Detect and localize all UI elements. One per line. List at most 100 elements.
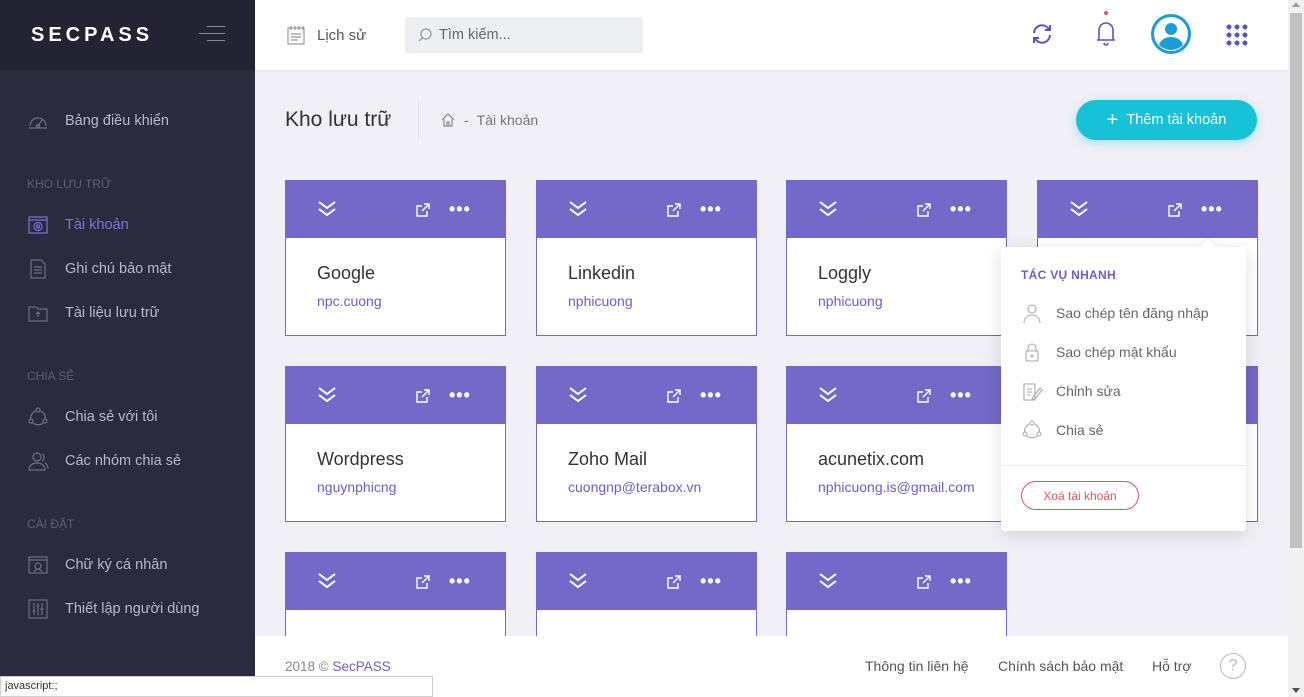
sidebar-item-label: Chia sẻ với tôi [65, 409, 158, 425]
sidebar-item-dashboard[interactable]: Bảng điều khiển [27, 108, 169, 134]
header-divider [418, 100, 419, 140]
footer-support-link[interactable]: Hỗ trợ [1152, 658, 1192, 674]
expand-chevron-icon[interactable] [568, 200, 588, 223]
sidebar-item-label: Chữ ký cá nhân [65, 557, 168, 573]
sidebar-item-label: Tài liệu lưu trữ [65, 305, 160, 321]
sidebar-item-shared-with-me[interactable]: Chia sẻ với tôi [27, 404, 158, 430]
more-options-icon[interactable]: ••• [950, 385, 972, 406]
sidebar-item-secure-notes[interactable]: Ghi chú bảo mật [27, 256, 171, 282]
card-username: nguynphicng [317, 479, 397, 495]
expand-chevron-icon[interactable] [1069, 200, 1089, 223]
more-options-icon[interactable]: ••• [449, 385, 471, 406]
notification-bell-icon[interactable] [1094, 10, 1118, 53]
open-external-icon[interactable] [916, 574, 932, 595]
expand-chevron-icon[interactable] [568, 572, 588, 595]
sidebar-item-user-settings[interactable]: Thiết lập người dùng [27, 596, 200, 622]
more-options-icon[interactable]: ••• [700, 385, 722, 406]
sidebar-item-label: Bảng điều khiển [65, 113, 169, 129]
copy-password-label: Sao chép mật khẩu [1056, 344, 1177, 360]
search-input[interactable] [439, 27, 639, 43]
sidebar-item-share-groups[interactable]: Các nhóm chia sẻ [27, 448, 181, 474]
footer-privacy-link[interactable]: Chính sách bảo mật [998, 658, 1123, 674]
brand-logo[interactable]: SECPASS [31, 24, 153, 47]
share-item[interactable]: Chia sẻ [1021, 419, 1103, 441]
more-options-icon[interactable]: ••• [950, 199, 972, 220]
sidebar-item-documents[interactable]: Tài liệu lưu trữ [27, 300, 159, 326]
browser-status-bar: javascript:; [0, 676, 433, 697]
footer-contact-link[interactable]: Thông tin liên hệ [865, 658, 969, 674]
history-link[interactable]: Lịch sử [285, 24, 366, 46]
scrollbar-thumb[interactable] [1290, 13, 1302, 548]
delete-account-button[interactable]: Xoá tài khoản [1021, 481, 1139, 510]
share-cycle-icon [1021, 419, 1043, 441]
home-icon[interactable] [440, 112, 456, 128]
card-header: ••• [286, 181, 505, 238]
plus-icon: + [1106, 108, 1119, 131]
quick-actions-dropdown: TÁC VỤ NHANH Sao chép tên đăng nhập Sao … [1001, 238, 1246, 531]
open-external-icon[interactable] [916, 202, 932, 223]
history-icon [287, 26, 305, 45]
open-external-icon[interactable] [916, 388, 932, 409]
more-options-icon[interactable]: ••• [1201, 199, 1223, 220]
card-username: nphicuong [568, 293, 633, 309]
copy-password-item[interactable]: Sao chép mật khẩu [1021, 341, 1177, 363]
share-cycle-icon [27, 406, 49, 428]
card-header: ••• [537, 553, 756, 610]
open-external-icon[interactable] [415, 202, 431, 223]
lock-icon [1021, 341, 1043, 363]
card-username: nphicuong.is@gmail.com [818, 479, 975, 495]
apps-grid-icon[interactable] [1226, 24, 1248, 51]
card-username: nphicuong [818, 293, 883, 309]
more-options-icon[interactable]: ••• [950, 571, 972, 592]
open-external-icon[interactable] [415, 388, 431, 409]
account-card[interactable]: ••• Wordpress nguynphicng [285, 366, 506, 522]
search-box [405, 17, 643, 53]
account-card[interactable]: ••• Loggly nphicuong [786, 180, 1007, 336]
user-avatar-icon[interactable] [1151, 14, 1191, 59]
more-options-icon[interactable]: ••• [449, 199, 471, 220]
copy-username-item[interactable]: Sao chép tên đăng nhập [1021, 302, 1209, 324]
expand-chevron-icon[interactable] [317, 386, 337, 409]
open-external-icon[interactable] [1167, 202, 1183, 223]
expand-chevron-icon[interactable] [818, 386, 838, 409]
card-username: cuongnp@terabox.vn [568, 479, 702, 495]
expand-chevron-icon[interactable] [317, 200, 337, 223]
add-account-button[interactable]: + Thêm tài khoản [1076, 100, 1257, 140]
breadcrumb-current: Tài khoản [476, 112, 539, 128]
menu-toggle-icon[interactable] [199, 26, 225, 44]
more-options-icon[interactable]: ••• [700, 571, 722, 592]
sidebar-item-accounts[interactable]: Tài khoản [27, 212, 129, 238]
expand-chevron-icon[interactable] [818, 200, 838, 223]
expand-chevron-icon[interactable] [317, 572, 337, 595]
note-icon [27, 258, 49, 280]
open-external-icon[interactable] [666, 574, 682, 595]
scroll-up-arrow-icon[interactable] [1292, 2, 1300, 7]
expand-chevron-icon[interactable] [568, 386, 588, 409]
dropdown-divider [1001, 465, 1246, 466]
scroll-down-arrow-icon[interactable] [1292, 688, 1300, 693]
open-external-icon[interactable] [666, 388, 682, 409]
account-card[interactable]: ••• Linkedin nphicuong [536, 180, 757, 336]
search-icon [418, 28, 432, 42]
sync-icon[interactable] [1030, 22, 1054, 51]
copyright-brand-link[interactable]: SecPASS [333, 659, 391, 674]
open-external-icon[interactable] [415, 574, 431, 595]
folder-icon [27, 302, 49, 324]
help-icon[interactable]: ? [1220, 653, 1246, 679]
account-card[interactable]: ••• acunetix.com nphicuong.is@gmail.com [786, 366, 1007, 522]
more-options-icon[interactable]: ••• [700, 199, 722, 220]
edit-item[interactable]: Chỉnh sửa [1021, 380, 1121, 402]
more-options-icon[interactable]: ••• [449, 571, 471, 592]
page-title: Kho lưu trữ [285, 108, 392, 131]
sidebar-item-signature[interactable]: Chữ ký cá nhân [27, 552, 167, 578]
account-card[interactable]: ••• Google npc.cuong [285, 180, 506, 336]
expand-chevron-icon[interactable] [818, 572, 838, 595]
signature-icon [27, 554, 49, 576]
topbar: Lịch sử [255, 0, 1288, 70]
card-header: ••• [1038, 181, 1257, 238]
breadcrumb-separator: - [464, 112, 469, 128]
card-title: Wordpress [317, 449, 404, 469]
card-title: Zoho Mail [568, 449, 648, 469]
account-card[interactable]: ••• Zoho Mail cuongnp@terabox.vn [536, 366, 757, 522]
open-external-icon[interactable] [666, 202, 682, 223]
